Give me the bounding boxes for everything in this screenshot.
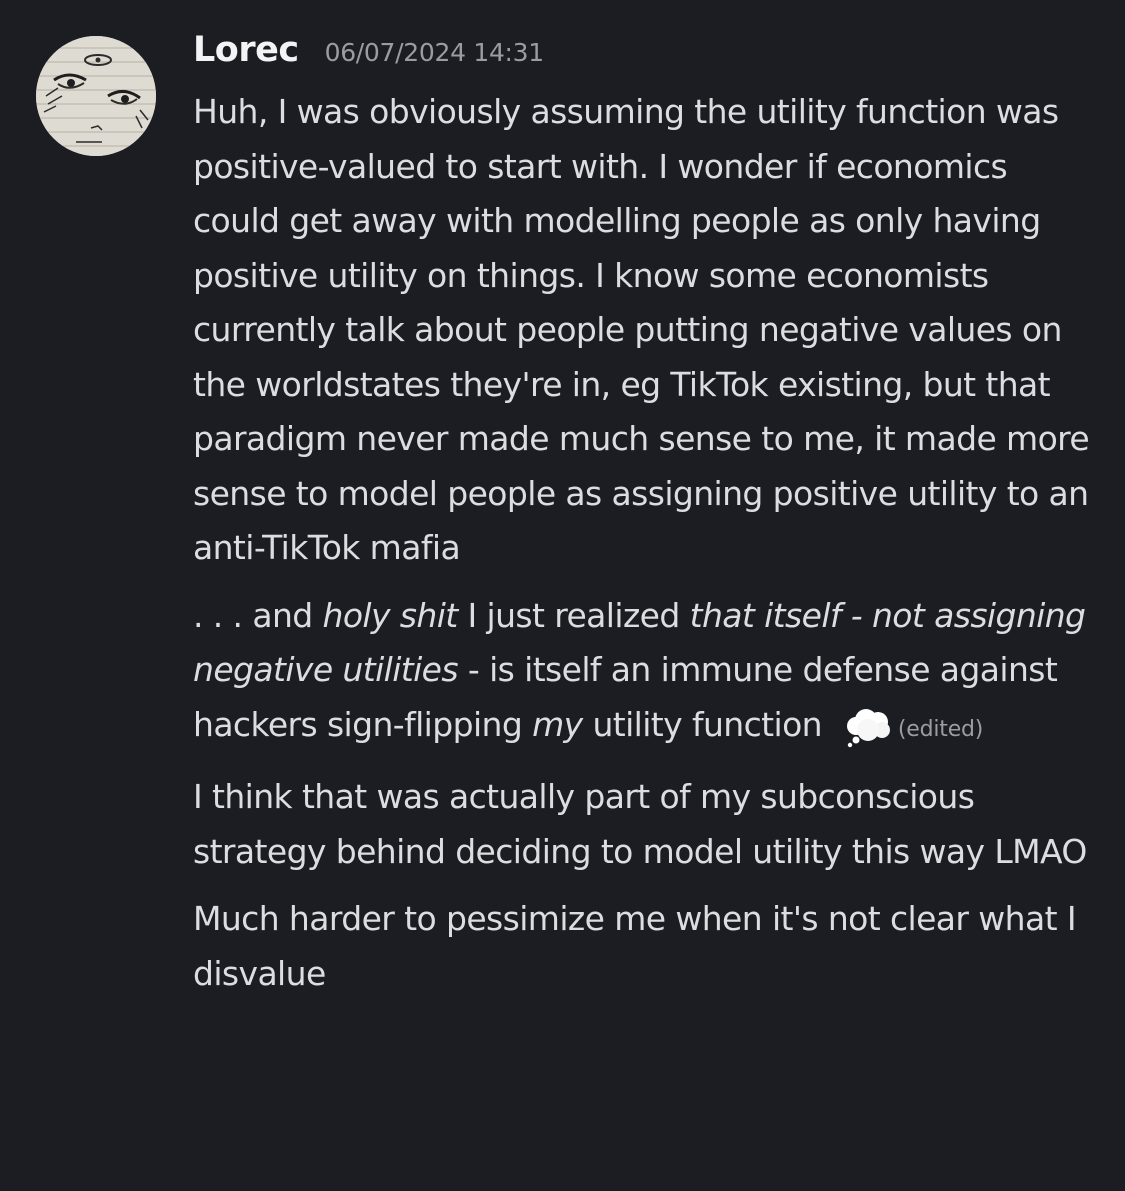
message-paragraph-4: Much harder to pessimize me when it's no… [193, 899, 1077, 993]
message-paragraph-2: . . . and holy shit I just realized that… [193, 589, 1098, 758]
message-paragraph-3: I think that was actually part of my sub… [193, 777, 1087, 871]
message-paragraph-1: Huh, I was obviously assuming the utilit… [193, 92, 1090, 567]
text-segment: I just realized [457, 595, 690, 635]
message-content: Lorec 06/07/2024 14:31 Huh, I was obviou… [193, 30, 1098, 1001]
italic-text: holy shit [322, 595, 459, 635]
edited-label: (edited) [897, 716, 984, 742]
timestamp[interactable]: 06/07/2024 14:31 [325, 38, 545, 67]
avatar-sketch-icon [36, 36, 156, 156]
thought-balloon-icon[interactable] [844, 708, 892, 748]
message-header: Lorec 06/07/2024 14:31 [193, 30, 1098, 82]
avatar[interactable] [36, 36, 156, 156]
username[interactable]: Lorec [193, 30, 299, 70]
chat-message: Lorec 06/07/2024 14:31 Huh, I was obviou… [0, 0, 1125, 1191]
text-segment: utility function [582, 704, 832, 744]
italic-text: my [532, 704, 583, 744]
text-segment: . . . and [193, 595, 323, 635]
